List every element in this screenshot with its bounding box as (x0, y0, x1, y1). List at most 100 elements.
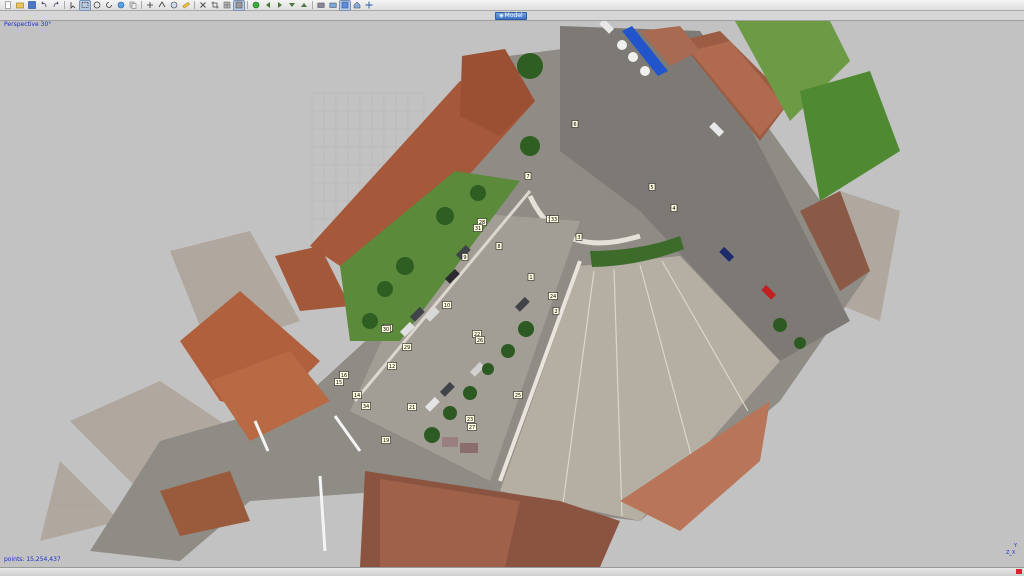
survey-marker-6[interactable]: 6 (571, 120, 579, 129)
survey-marker-23[interactable]: 23 (465, 415, 475, 424)
measure-icon[interactable] (181, 1, 191, 10)
point-count-label: points: 15,254,437 (4, 556, 61, 563)
select-circle-icon[interactable] (92, 1, 102, 10)
survey-marker-15[interactable]: 15 (334, 378, 344, 387)
survey-marker-label: 21 (409, 405, 415, 411)
survey-marker-label: 33 (551, 217, 557, 223)
survey-marker-19[interactable]: 19 (381, 436, 391, 445)
tab-model[interactable]: ◉Model (495, 12, 527, 20)
grid-alt-icon[interactable] (233, 0, 245, 11)
survey-marker-30[interactable]: 30 (381, 325, 391, 334)
survey-marker-label: 14 (354, 393, 360, 399)
survey-marker-label: 6 (573, 122, 576, 128)
move-icon[interactable] (364, 1, 374, 10)
survey-marker-10[interactable]: 10 (442, 301, 452, 310)
survey-marker-label: 4 (672, 206, 675, 212)
nav-down-icon[interactable] (287, 1, 297, 10)
select-rect-icon[interactable] (79, 0, 91, 11)
survey-marker-label: 8 (497, 244, 500, 250)
lasso-icon[interactable] (157, 1, 167, 10)
survey-marker-label: 23 (467, 417, 473, 423)
status-bar (0, 567, 1024, 576)
survey-marker-9[interactable]: 9 (461, 253, 469, 262)
3d-viewport[interactable]: 1234567891012141516192021222324252627282… (0, 21, 1024, 567)
survey-marker-label: 12 (389, 364, 395, 370)
tab-model-label: Model (504, 12, 523, 19)
toolbar-separator (141, 1, 142, 9)
survey-marker-1[interactable]: 1 (527, 273, 535, 282)
select-arrow-icon[interactable] (68, 1, 78, 10)
status-indicator-icon (1016, 569, 1022, 574)
green-marker-icon[interactable] (251, 1, 261, 10)
survey-marker-label: 7 (526, 174, 529, 180)
survey-marker-label: 15 (336, 380, 342, 386)
survey-marker-21[interactable]: 21 (407, 403, 417, 412)
survey-marker-label: 30 (383, 327, 389, 333)
survey-marker-label: 1 (529, 275, 532, 281)
lawn-e (800, 71, 900, 201)
survey-marker-33[interactable]: 33 (549, 215, 559, 224)
survey-marker-label: 16 (341, 373, 347, 379)
axis-y-label: Y (1014, 543, 1018, 549)
undo-icon[interactable] (39, 1, 49, 10)
survey-marker-label: 27 (469, 425, 475, 431)
survey-marker-label: 19 (383, 438, 389, 444)
crop-icon[interactable] (210, 1, 220, 10)
grid-icon[interactable] (222, 1, 232, 10)
survey-marker-label: 29 (404, 345, 410, 351)
survey-marker-14[interactable]: 14 (352, 391, 362, 400)
survey-marker-26[interactable]: 26 (475, 336, 485, 345)
main-toolbar (0, 0, 1024, 11)
home-view-icon[interactable] (352, 1, 362, 10)
survey-marker-5[interactable]: 5 (648, 183, 656, 192)
survey-marker-25[interactable]: 25 (513, 391, 523, 400)
camera-alt-icon[interactable] (328, 1, 338, 10)
survey-marker-34[interactable]: 34 (361, 402, 371, 411)
survey-marker-label: 10 (444, 303, 450, 309)
add-point-icon[interactable] (145, 1, 155, 10)
copy-icon[interactable] (128, 1, 138, 10)
view-tab-bar: ◉Model (0, 11, 1024, 21)
survey-marker-label: 9 (463, 255, 466, 261)
survey-marker-label: 5 (650, 185, 653, 191)
globe-icon[interactable] (116, 1, 126, 10)
axis-zx-label: Z_X (1006, 550, 1016, 556)
toolbar-separator (64, 1, 65, 9)
survey-marker-8[interactable]: 8 (495, 242, 503, 251)
survey-marker-4[interactable]: 4 (670, 204, 678, 213)
survey-marker-29[interactable]: 29 (402, 343, 412, 352)
survey-marker-label: 3 (577, 235, 580, 241)
survey-marker-2[interactable]: 2 (552, 307, 560, 316)
nav-left-icon[interactable] (263, 1, 273, 10)
survey-marker-31[interactable]: 31 (473, 224, 483, 233)
survey-marker-label: 26 (477, 338, 483, 344)
point-cloud-scene: 1234567891012141516192021222324252627282… (40, 21, 900, 567)
nav-up-icon[interactable] (299, 1, 309, 10)
toolbar-separator (312, 1, 313, 9)
rotate-icon[interactable] (104, 1, 114, 10)
nav-right-icon[interactable] (275, 1, 285, 10)
survey-marker-12[interactable]: 12 (387, 362, 397, 371)
toolbar-separator (194, 1, 195, 9)
survey-marker-label: 25 (515, 393, 521, 399)
survey-marker-label: 34 (363, 404, 369, 410)
axis-gizmo: Y Z_X (1006, 543, 1020, 557)
delete-icon[interactable] (198, 1, 208, 10)
view-mode-label: Perspective 30° (4, 21, 52, 28)
survey-marker-7[interactable]: 7 (524, 172, 532, 181)
model-tab-icon: ◉ (499, 13, 504, 19)
view-active-icon[interactable] (339, 0, 351, 11)
redo-icon[interactable] (51, 1, 61, 10)
survey-marker-label: 2 (554, 309, 557, 315)
survey-marker-label: 24 (550, 294, 556, 300)
save-icon[interactable] (27, 1, 37, 10)
new-file-icon[interactable] (3, 1, 13, 10)
pan-hand-icon[interactable] (169, 1, 179, 10)
survey-marker-27[interactable]: 27 (467, 423, 477, 432)
open-folder-icon[interactable] (15, 1, 25, 10)
survey-marker-16[interactable]: 16 (339, 371, 349, 380)
survey-marker-3[interactable]: 3 (575, 233, 583, 242)
survey-marker-24[interactable]: 24 (548, 292, 558, 301)
camera-icon[interactable] (316, 1, 326, 10)
survey-marker-label: 31 (475, 226, 481, 232)
